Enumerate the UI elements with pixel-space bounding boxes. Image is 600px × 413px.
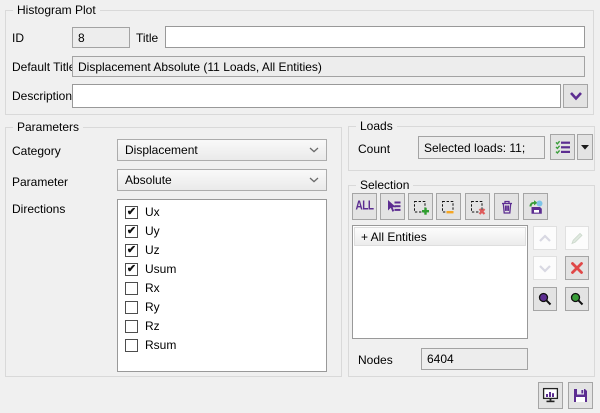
- checkbox-label: Ry: [145, 301, 160, 314]
- checkbox[interactable]: ✔: [125, 263, 138, 276]
- cursor-list-icon: [385, 199, 401, 215]
- count-field: Selected loads: 11;: [418, 136, 545, 159]
- show-plot-button[interactable]: [538, 382, 563, 409]
- list-item[interactable]: + All Entities: [354, 227, 526, 246]
- description-label: Description: [12, 89, 72, 103]
- edit-button[interactable]: [565, 226, 589, 250]
- entities-list[interactable]: + All Entities: [352, 225, 528, 339]
- pencil-icon: [570, 231, 584, 245]
- direction-checkbox-row[interactable]: ✔ Ux: [118, 203, 326, 222]
- box-remove-button[interactable]: [465, 193, 490, 220]
- checkbox[interactable]: ✔: [125, 244, 138, 257]
- checkbox-label: Ux: [145, 206, 160, 219]
- chevron-down-icon: [569, 91, 583, 101]
- checkbox-label: Rsum: [145, 339, 176, 352]
- magnifier-green-icon: [569, 291, 585, 307]
- select-all-button[interactable]: ALL: [352, 193, 377, 220]
- save-selection-button[interactable]: [523, 193, 548, 220]
- directions-label: Directions: [12, 202, 65, 216]
- trash-icon: [499, 199, 515, 215]
- checkbox[interactable]: [125, 301, 138, 314]
- box-subtract-button[interactable]: [436, 193, 461, 220]
- count-label: Count: [358, 142, 390, 156]
- list-item-label: + All Entities: [361, 230, 427, 244]
- delete-selection-button[interactable]: [494, 193, 519, 220]
- chevron-down-icon: [538, 264, 552, 273]
- direction-checkbox-row[interactable]: Rz: [118, 317, 326, 336]
- directions-list[interactable]: ✔ Ux ✔ Uy ✔ Uz ✔ Usum Rx Ry Rz Rsum: [117, 199, 327, 372]
- dashed-box-x-icon: [470, 199, 486, 215]
- checkbox[interactable]: [125, 282, 138, 295]
- checkbox[interactable]: [125, 339, 138, 352]
- id-label: ID: [12, 31, 24, 45]
- default-title-field: Displacement Absolute (11 Loads, All Ent…: [72, 56, 585, 77]
- parameter-value: Absolute: [125, 173, 172, 187]
- chevron-down-icon: [309, 177, 319, 183]
- parameter-select[interactable]: Absolute: [117, 169, 327, 191]
- box-add-button[interactable]: [408, 193, 433, 220]
- chevron-up-icon: [538, 234, 552, 243]
- checkbox-label: Uy: [145, 225, 160, 238]
- checkbox-label: Rz: [145, 320, 160, 333]
- nodes-field: 6404: [421, 348, 528, 370]
- select-all-label: ALL: [356, 200, 374, 214]
- dropdown-arrow-icon: [581, 145, 589, 150]
- monitor-histogram-icon: [542, 387, 559, 404]
- category-label: Category: [12, 144, 61, 158]
- select-loads-button[interactable]: [550, 134, 575, 160]
- move-up-button[interactable]: [533, 226, 557, 250]
- loads-dropdown-button[interactable]: [577, 134, 593, 160]
- zoom-all-button[interactable]: [565, 287, 589, 311]
- dashed-box-minus-icon: [441, 199, 457, 215]
- group-title: Loads: [356, 119, 397, 133]
- group-title: Parameters: [13, 120, 83, 134]
- title-input[interactable]: [165, 26, 585, 48]
- checkbox[interactable]: ✔: [125, 206, 138, 219]
- checkbox-label: Rx: [145, 282, 160, 295]
- direction-checkbox-row[interactable]: Rx: [118, 279, 326, 298]
- remove-item-button[interactable]: [565, 256, 589, 280]
- direction-checkbox-row[interactable]: ✔ Uz: [118, 241, 326, 260]
- magnifier-purple-icon: [537, 291, 553, 307]
- description-dropdown-button[interactable]: [563, 84, 588, 108]
- parameter-label: Parameter: [12, 175, 68, 189]
- checkbox-label: Usum: [145, 263, 176, 276]
- nodes-label: Nodes: [358, 353, 393, 367]
- description-input[interactable]: [72, 84, 561, 108]
- pick-selection-button[interactable]: [380, 193, 405, 220]
- move-down-button[interactable]: [533, 256, 557, 280]
- zoom-selected-button[interactable]: [533, 287, 557, 311]
- red-x-icon: [570, 261, 584, 275]
- direction-checkbox-row[interactable]: Rsum: [118, 336, 326, 355]
- direction-checkbox-row[interactable]: Ry: [118, 298, 326, 317]
- load-checklist-icon: [555, 139, 571, 155]
- category-select[interactable]: Displacement: [117, 139, 327, 161]
- direction-checkbox-row[interactable]: ✔ Usum: [118, 260, 326, 279]
- checkbox-label: Uz: [145, 244, 160, 257]
- direction-checkbox-row[interactable]: ✔ Uy: [118, 222, 326, 241]
- save-button[interactable]: [568, 382, 593, 409]
- chevron-down-icon: [309, 147, 319, 153]
- group-title: Histogram Plot: [13, 3, 100, 17]
- histogram-plot-panel: Histogram Plot ID 8 Title Default Title …: [0, 0, 600, 413]
- dashed-box-plus-icon: [413, 199, 429, 215]
- default-title-label: Default Title: [12, 60, 75, 74]
- group-title: Selection: [356, 178, 413, 192]
- id-field: 8: [72, 27, 130, 48]
- title-label: Title: [136, 31, 158, 45]
- save-floppy-icon: [572, 387, 589, 404]
- category-value: Displacement: [125, 143, 198, 157]
- save-selection-icon: [528, 199, 544, 215]
- checkbox[interactable]: ✔: [125, 225, 138, 238]
- checkbox[interactable]: [125, 320, 138, 333]
